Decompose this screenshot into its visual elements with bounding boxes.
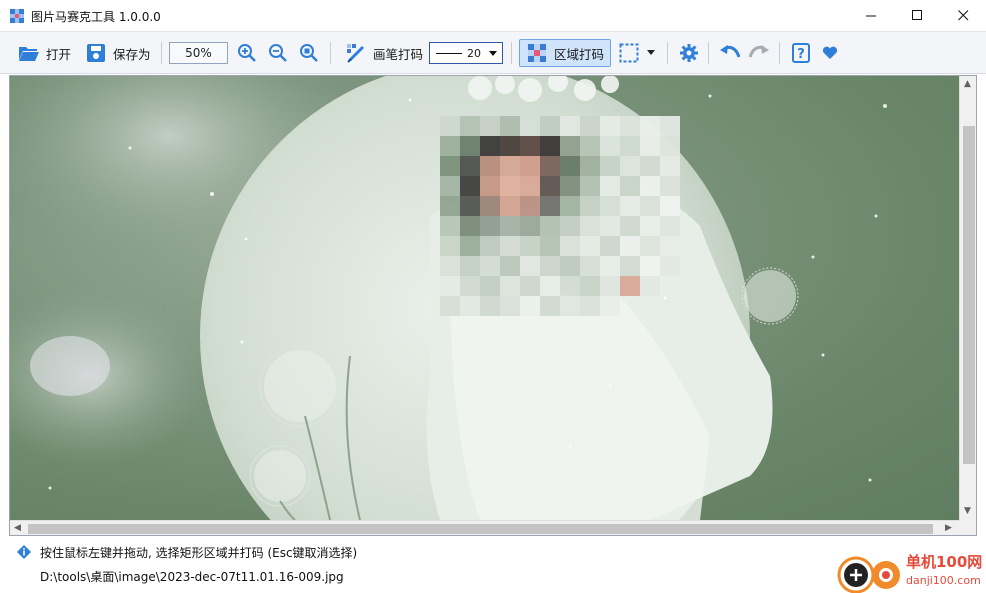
heart-icon — [819, 42, 841, 64]
open-folder-icon — [18, 42, 40, 64]
status-bar: 按住鼠标左键并拖动, 选择矩形区域并打码 (Esc键取消选择) D:\tools… — [0, 537, 986, 593]
toolbar-divider — [708, 42, 709, 64]
toolbar: 打开 保存为 50% 画笔打码 20 区域打码 ? — [0, 32, 986, 74]
maximize-icon — [911, 10, 922, 20]
toolbar-divider — [667, 42, 668, 64]
zoom-out-button[interactable] — [263, 38, 293, 68]
info-icon — [17, 545, 31, 559]
scrollbar-corner — [959, 520, 976, 535]
status-message: 按住鼠标左键并拖动, 选择矩形区域并打码 (Esc键取消选择) — [40, 546, 358, 560]
zoom-fit-button[interactable] — [294, 38, 324, 68]
vertical-scroll-thumb[interactable] — [963, 126, 975, 464]
save-icon — [85, 42, 107, 64]
settings-icon — [678, 42, 700, 64]
zoom-level-field[interactable]: 50% — [169, 42, 228, 64]
favorite-button[interactable] — [815, 38, 845, 68]
photo-preview[interactable] — [10, 76, 959, 520]
zoom-in-icon — [236, 42, 258, 64]
watermark-logo-icon — [837, 556, 900, 593]
scroll-left-icon[interactable]: ◀ — [14, 523, 21, 533]
file-path: D:\tools\桌面\image\2023-dec-07t11.01.16-0… — [40, 570, 344, 584]
photo-image — [10, 76, 887, 520]
site-watermark: 单机100网 danji100.com — [836, 550, 986, 593]
selection-rect-icon — [618, 42, 640, 64]
toolbar-divider — [511, 42, 512, 64]
region-mosaic-icon — [526, 42, 548, 64]
undo-button[interactable] — [715, 38, 745, 68]
region-mosaic-label: 区域打码 — [554, 46, 605, 62]
save-as-button[interactable]: 保存为 — [79, 38, 157, 68]
brush-mosaic-icon — [345, 42, 367, 64]
close-button[interactable] — [940, 0, 986, 31]
app-mosaic-icon — [10, 9, 24, 23]
scroll-down-icon[interactable]: ▼ — [964, 506, 971, 516]
toolbar-divider — [330, 42, 331, 64]
settings-button[interactable] — [674, 38, 704, 68]
zoom-in-button[interactable] — [232, 38, 262, 68]
undo-icon — [719, 42, 741, 64]
horizontal-scroll-thumb[interactable] — [28, 524, 933, 534]
redo-button[interactable] — [744, 38, 774, 68]
zoom-out-icon — [267, 42, 289, 64]
chevron-down-icon — [489, 51, 497, 56]
toolbar-divider — [161, 42, 162, 64]
minimize-button[interactable] — [848, 0, 894, 31]
maximize-button[interactable] — [894, 0, 940, 31]
scroll-up-icon[interactable]: ▲ — [964, 79, 971, 89]
help-icon: ? — [790, 42, 812, 64]
region-mosaic-button[interactable]: 区域打码 — [519, 39, 612, 67]
minimize-icon — [865, 15, 876, 17]
selection-dropdown-button[interactable] — [645, 38, 657, 68]
horizontal-scrollbar[interactable]: ◀ ▶ — [10, 520, 959, 535]
brush-mosaic-label: 画笔打码 — [373, 46, 424, 62]
title-bar: 图片马赛克工具 1.0.0.0 — [0, 0, 986, 32]
brush-line-preview — [436, 52, 462, 54]
brush-size-value: 20 — [467, 46, 481, 60]
watermark-url: danji100.com — [906, 574, 981, 587]
brush-mosaic-button[interactable]: 画笔打码 — [339, 38, 429, 68]
save-as-label: 保存为 — [113, 46, 151, 62]
watermark-title: 单机100网 — [906, 553, 983, 571]
brush-size-select[interactable]: 20 — [429, 42, 503, 64]
redo-icon — [748, 42, 770, 64]
toolbar-divider — [779, 42, 780, 64]
chevron-down-icon — [647, 50, 655, 55]
help-button[interactable]: ? — [786, 38, 816, 68]
zoom-fit-icon — [298, 42, 320, 64]
vertical-scrollbar[interactable]: ▲ ▼ — [959, 76, 976, 520]
open-button[interactable]: 打开 — [12, 38, 77, 68]
open-label: 打开 — [46, 46, 72, 62]
scroll-right-icon[interactable]: ▶ — [945, 523, 952, 533]
svg-text:?: ? — [797, 47, 805, 62]
window-title: 图片马赛克工具 1.0.0.0 — [31, 10, 161, 24]
selection-rect-button[interactable] — [616, 38, 642, 68]
image-canvas[interactable]: ▲ ▼ ◀ ▶ — [9, 75, 977, 536]
close-icon — [957, 10, 968, 21]
